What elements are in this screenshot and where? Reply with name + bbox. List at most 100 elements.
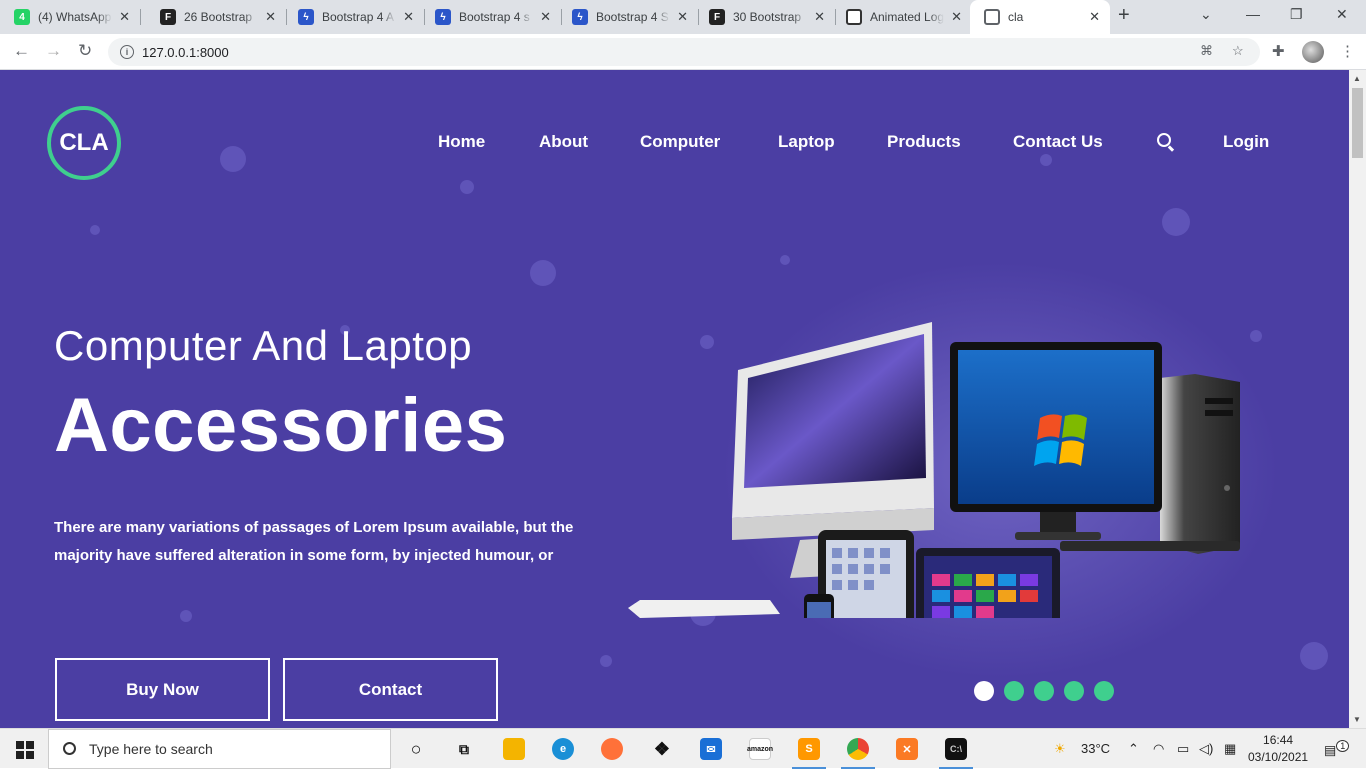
carousel-indicator-5[interactable]	[1094, 681, 1114, 701]
tab-bootstrap-2[interactable]: ϟ Bootstrap 4 A ✕	[284, 0, 425, 34]
site-logo[interactable]: CLA	[47, 106, 121, 180]
tab-bootstrap-3[interactable]: ϟ Bootstrap 4 s ✕	[421, 0, 562, 34]
f-logo-icon: F	[709, 9, 725, 25]
dropbox-icon[interactable]: ❖	[651, 738, 673, 760]
sublime-text-icon[interactable]: S	[792, 738, 826, 769]
weather-temp[interactable]: 33°C	[1081, 741, 1110, 756]
particle	[1162, 208, 1190, 236]
tab-animated-logo[interactable]: Animated Log ✕	[832, 0, 972, 34]
desktop-tower	[1160, 374, 1240, 554]
profile-avatar[interactable]	[1302, 41, 1324, 63]
s-logo-icon: ϟ	[435, 9, 451, 25]
cmd-icon[interactable]: C:\	[939, 738, 973, 769]
weather-icon[interactable]: ☀	[1054, 741, 1066, 757]
nav-laptop[interactable]: Laptop	[778, 132, 835, 152]
tab-whatsapp[interactable]: 4 (4) WhatsApp ✕	[0, 0, 141, 34]
restore-button[interactable]: ❐	[1290, 6, 1303, 23]
close-icon[interactable]: ✕	[677, 9, 688, 25]
chrome-icon[interactable]	[841, 738, 875, 769]
mail-icon[interactable]: ✉	[700, 738, 722, 760]
contact-button[interactable]: Contact	[283, 658, 498, 721]
taskbar-search-placeholder: Type here to search	[89, 741, 213, 757]
keyboard-icon[interactable]: ▦	[1224, 741, 1236, 757]
tab-bootstrap-5[interactable]: F 30 Bootstrap ✕	[695, 0, 836, 34]
cortana-icon[interactable]: ○	[405, 738, 427, 760]
minimize-button[interactable]: —	[1246, 6, 1260, 22]
close-icon[interactable]: ✕	[119, 9, 130, 25]
amazon-icon[interactable]: amazon	[747, 738, 773, 760]
battery-icon[interactable]: ▭	[1177, 741, 1189, 757]
notification-center-icon[interactable]: ▤ 1	[1324, 740, 1350, 758]
clock[interactable]: 16:44 03/10/2021	[1248, 732, 1308, 766]
nav-products[interactable]: Products	[887, 132, 961, 152]
close-window-button[interactable]: ✕	[1336, 6, 1348, 23]
particle	[180, 610, 192, 622]
hero-title: Accessories	[54, 383, 508, 468]
search-icon[interactable]	[1157, 133, 1171, 147]
carousel-indicator-2[interactable]	[1004, 681, 1024, 701]
carousel-indicator-1[interactable]	[974, 681, 994, 701]
close-icon[interactable]: ✕	[540, 9, 551, 25]
tab-title: Bootstrap 4 s	[459, 10, 530, 24]
close-icon[interactable]: ✕	[403, 9, 414, 25]
windows-monitor	[950, 342, 1162, 540]
volume-icon[interactable]: ◁)	[1199, 741, 1213, 757]
whatsapp-icon: 4	[14, 9, 30, 25]
wifi-icon[interactable]: ◠	[1153, 741, 1164, 757]
edge-icon[interactable]: e	[552, 738, 574, 760]
particle	[1300, 642, 1328, 670]
clock-date: 03/10/2021	[1248, 750, 1309, 764]
forward-icon[interactable]: →	[45, 41, 62, 61]
scroll-down-icon[interactable]: ▼	[1353, 715, 1361, 724]
firefox-icon[interactable]	[601, 738, 623, 760]
carousel-indicator-3[interactable]	[1034, 681, 1054, 701]
tab-title: 26 Bootstrap	[184, 10, 253, 24]
carousel-indicator-4[interactable]	[1064, 681, 1084, 701]
translate-icon[interactable]: ⌘	[1200, 43, 1213, 59]
nav-contact-us[interactable]: Contact Us	[1013, 132, 1103, 152]
bookmark-star-icon[interactable]: ☆	[1232, 43, 1244, 59]
show-hidden-icons[interactable]: ⌃	[1128, 741, 1139, 757]
smartphone	[804, 594, 834, 618]
close-icon[interactable]: ✕	[814, 9, 825, 25]
menu-dots-icon[interactable]: ⋮	[1340, 42, 1355, 60]
new-tab-button[interactable]: +	[1118, 4, 1130, 27]
nav-home[interactable]: Home	[438, 132, 485, 152]
page-scrollbar[interactable]: ▲ ▼	[1349, 70, 1366, 728]
reload-icon[interactable]: ↻	[78, 41, 92, 61]
particle	[220, 146, 246, 172]
address-bar[interactable]: i 127.0.0.1:8000	[108, 38, 1260, 66]
particle	[1040, 154, 1052, 166]
page-viewport: CLA Home About Computer Laptop Products …	[0, 70, 1349, 728]
nav-about[interactable]: About	[539, 132, 588, 152]
windows-start-icon[interactable]	[16, 741, 34, 759]
xampp-icon[interactable]: ✕	[896, 738, 918, 760]
windows-taskbar: Type here to search ○ ⧉ e ❖ ✉ amazon S ✕…	[0, 728, 1366, 769]
close-icon[interactable]: ✕	[951, 9, 962, 25]
nav-login[interactable]: Login	[1223, 132, 1269, 152]
close-icon[interactable]: ✕	[1089, 9, 1100, 25]
scrollbar-thumb[interactable]	[1352, 88, 1363, 158]
laptop	[916, 548, 1060, 618]
scroll-up-icon[interactable]: ▲	[1353, 74, 1361, 83]
hero-description: There are many variations of passages of…	[54, 519, 574, 564]
search-icon	[63, 742, 76, 755]
extensions-icon[interactable]: ✚	[1272, 42, 1285, 60]
task-view-icon[interactable]: ⧉	[453, 738, 475, 760]
nav-computer[interactable]: Computer	[640, 132, 720, 152]
f-logo-icon: F	[160, 9, 176, 25]
tab-cla-active[interactable]: cla ✕	[970, 0, 1110, 34]
buy-now-button[interactable]: Buy Now	[55, 658, 270, 721]
taskbar-search-input[interactable]: Type here to search	[48, 729, 391, 769]
info-icon[interactable]: i	[120, 45, 134, 59]
file-explorer-icon[interactable]	[503, 738, 525, 760]
back-icon[interactable]: ←	[13, 41, 30, 61]
s-logo-icon: ϟ	[572, 9, 588, 25]
tab-search-icon[interactable]: ⌄	[1200, 6, 1212, 23]
codepen-icon	[846, 9, 862, 25]
close-icon[interactable]: ✕	[265, 9, 276, 25]
tab-bootstrap-1[interactable]: F 26 Bootstrap ✕	[146, 0, 287, 34]
globe-icon	[984, 9, 1000, 25]
tab-bootstrap-4[interactable]: ϟ Bootstrap 4 S ✕	[558, 0, 699, 34]
particle	[90, 225, 100, 235]
